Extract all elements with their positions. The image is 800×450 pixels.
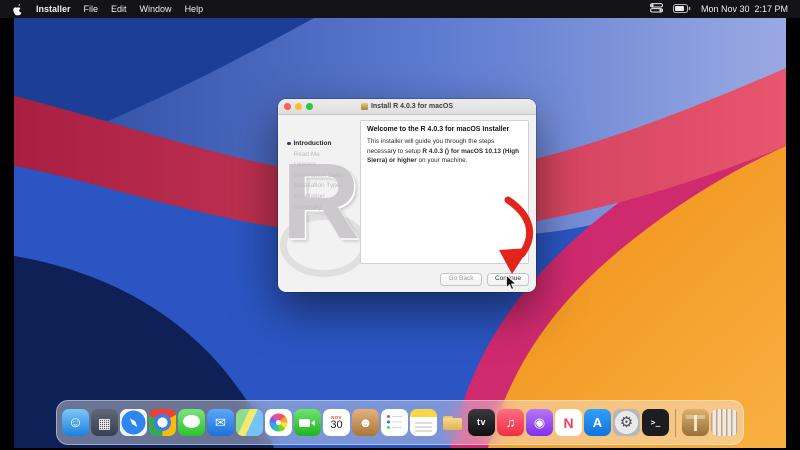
menu-item-window[interactable]: Window [140,4,172,14]
safari-glyph: ◆ [127,416,139,430]
news-glyph: N [563,416,573,430]
dock-icon-calendar[interactable]: NOV30 [323,409,350,436]
dock-icon-maps[interactable] [236,409,263,436]
dock-icon-news[interactable]: N [555,409,582,436]
welcome-heading: Welcome to the R 4.0.3 for macOS Install… [367,126,522,133]
installer-app-icon [361,103,368,110]
battery-icon[interactable] [673,4,691,15]
dock-icon-mail[interactable]: ✉ [207,409,234,436]
dock-icon-installer-package[interactable] [682,409,709,436]
launchpad-glyph: ▦ [98,416,111,430]
dock-icon-music[interactable]: ♫ [497,409,524,436]
calendar-day-label: 30 [330,420,342,432]
step-label: Destination Select [294,172,346,179]
dock-icon-appstore[interactable]: A [584,409,611,436]
contacts-glyph: ☻ [359,416,373,429]
window-titlebar[interactable]: Install R 4.0.3 for macOS [278,99,536,115]
window-title: Install R 4.0.3 for macOS [371,103,453,110]
menu-item-installer[interactable]: Installer [36,4,71,14]
dock-icon-chrome[interactable] [149,409,176,436]
dock-icon-terminal[interactable]: >_ [642,409,669,436]
minimize-button[interactable] [295,103,302,110]
terminal-glyph: >_ [651,419,661,427]
appstore-glyph: A [593,416,602,429]
go-back-button[interactable]: Go Back [440,273,482,286]
apple-menu-icon[interactable] [12,3,23,16]
dock-icon-messages[interactable] [178,409,205,436]
menu-item-edit[interactable]: Edit [111,4,127,14]
step-introduction: Introduction [287,140,367,147]
dock-icon-settings[interactable]: ⚙ [613,409,640,436]
close-button[interactable] [284,103,291,110]
dock-icon-appletv[interactable]: tv [468,409,495,436]
menu-item-help[interactable]: Help [185,4,204,14]
zoom-button[interactable] [306,103,313,110]
dock-icon-notes[interactable] [410,409,437,436]
dock-icon-photos[interactable] [265,409,292,436]
mail-glyph: ✉ [215,416,226,429]
dock-icon-facetime[interactable] [294,409,321,436]
welcome-body: This installer will guide you through th… [367,137,522,166]
dock-icon-trash[interactable] [711,409,738,436]
dock-icon-finder[interactable]: ☺ [62,409,89,436]
step-destination-select: Destination Select [287,172,367,179]
dock-icon-contacts[interactable]: ☻ [352,409,379,436]
dock-icon-folder[interactable] [439,409,466,436]
desktop: { "colors": { "menu_bar_bg": "#141416", … [0,0,800,450]
menu-bar: Installer File Edit Window Help Mon Nov … [0,0,800,18]
menu-bar-clock[interactable]: Mon Nov 30 2:17 PM [701,4,788,14]
menu-item-file[interactable]: File [84,4,99,14]
installer-steps-sidebar: Introduction Read Me License Destination… [278,115,367,266]
step-installation: Installation [287,193,367,200]
step-label: License [294,161,316,168]
step-label: Read Me [294,151,320,158]
dock: ☺ ▦ ◆ ✉ NOV30 ☻ tv ♫ ◉ N A ⚙ >_ [56,400,744,445]
step-label: Summary [294,204,322,211]
appletv-glyph: tv [477,418,486,427]
step-installation-type: Installation Type [287,182,367,189]
dock-icon-reminders[interactable] [381,409,408,436]
step-read-me: Read Me [287,151,367,158]
dock-icon-launchpad[interactable]: ▦ [91,409,118,436]
installer-window: Install R 4.0.3 for macOS R Introduction… [278,99,536,292]
continue-button[interactable]: Continue [487,273,529,286]
installer-content-panel: Welcome to the R 4.0.3 for macOS Install… [360,120,529,264]
step-label: Installation [294,193,325,200]
control-center-icon[interactable] [650,3,663,15]
step-label: Introduction [294,140,332,147]
settings-glyph: ⚙ [620,415,633,430]
step-license: License [287,161,367,168]
finder-glyph: ☺ [68,415,83,430]
current-step-bullet [287,142,291,146]
dock-icon-podcasts[interactable]: ◉ [526,409,553,436]
podcasts-glyph: ◉ [534,416,545,429]
dock-icon-safari[interactable]: ◆ [120,409,147,436]
step-label: Installation Type [294,182,341,189]
music-glyph: ♫ [506,416,516,429]
step-summary: Summary [287,204,367,211]
dock-divider [675,409,676,437]
